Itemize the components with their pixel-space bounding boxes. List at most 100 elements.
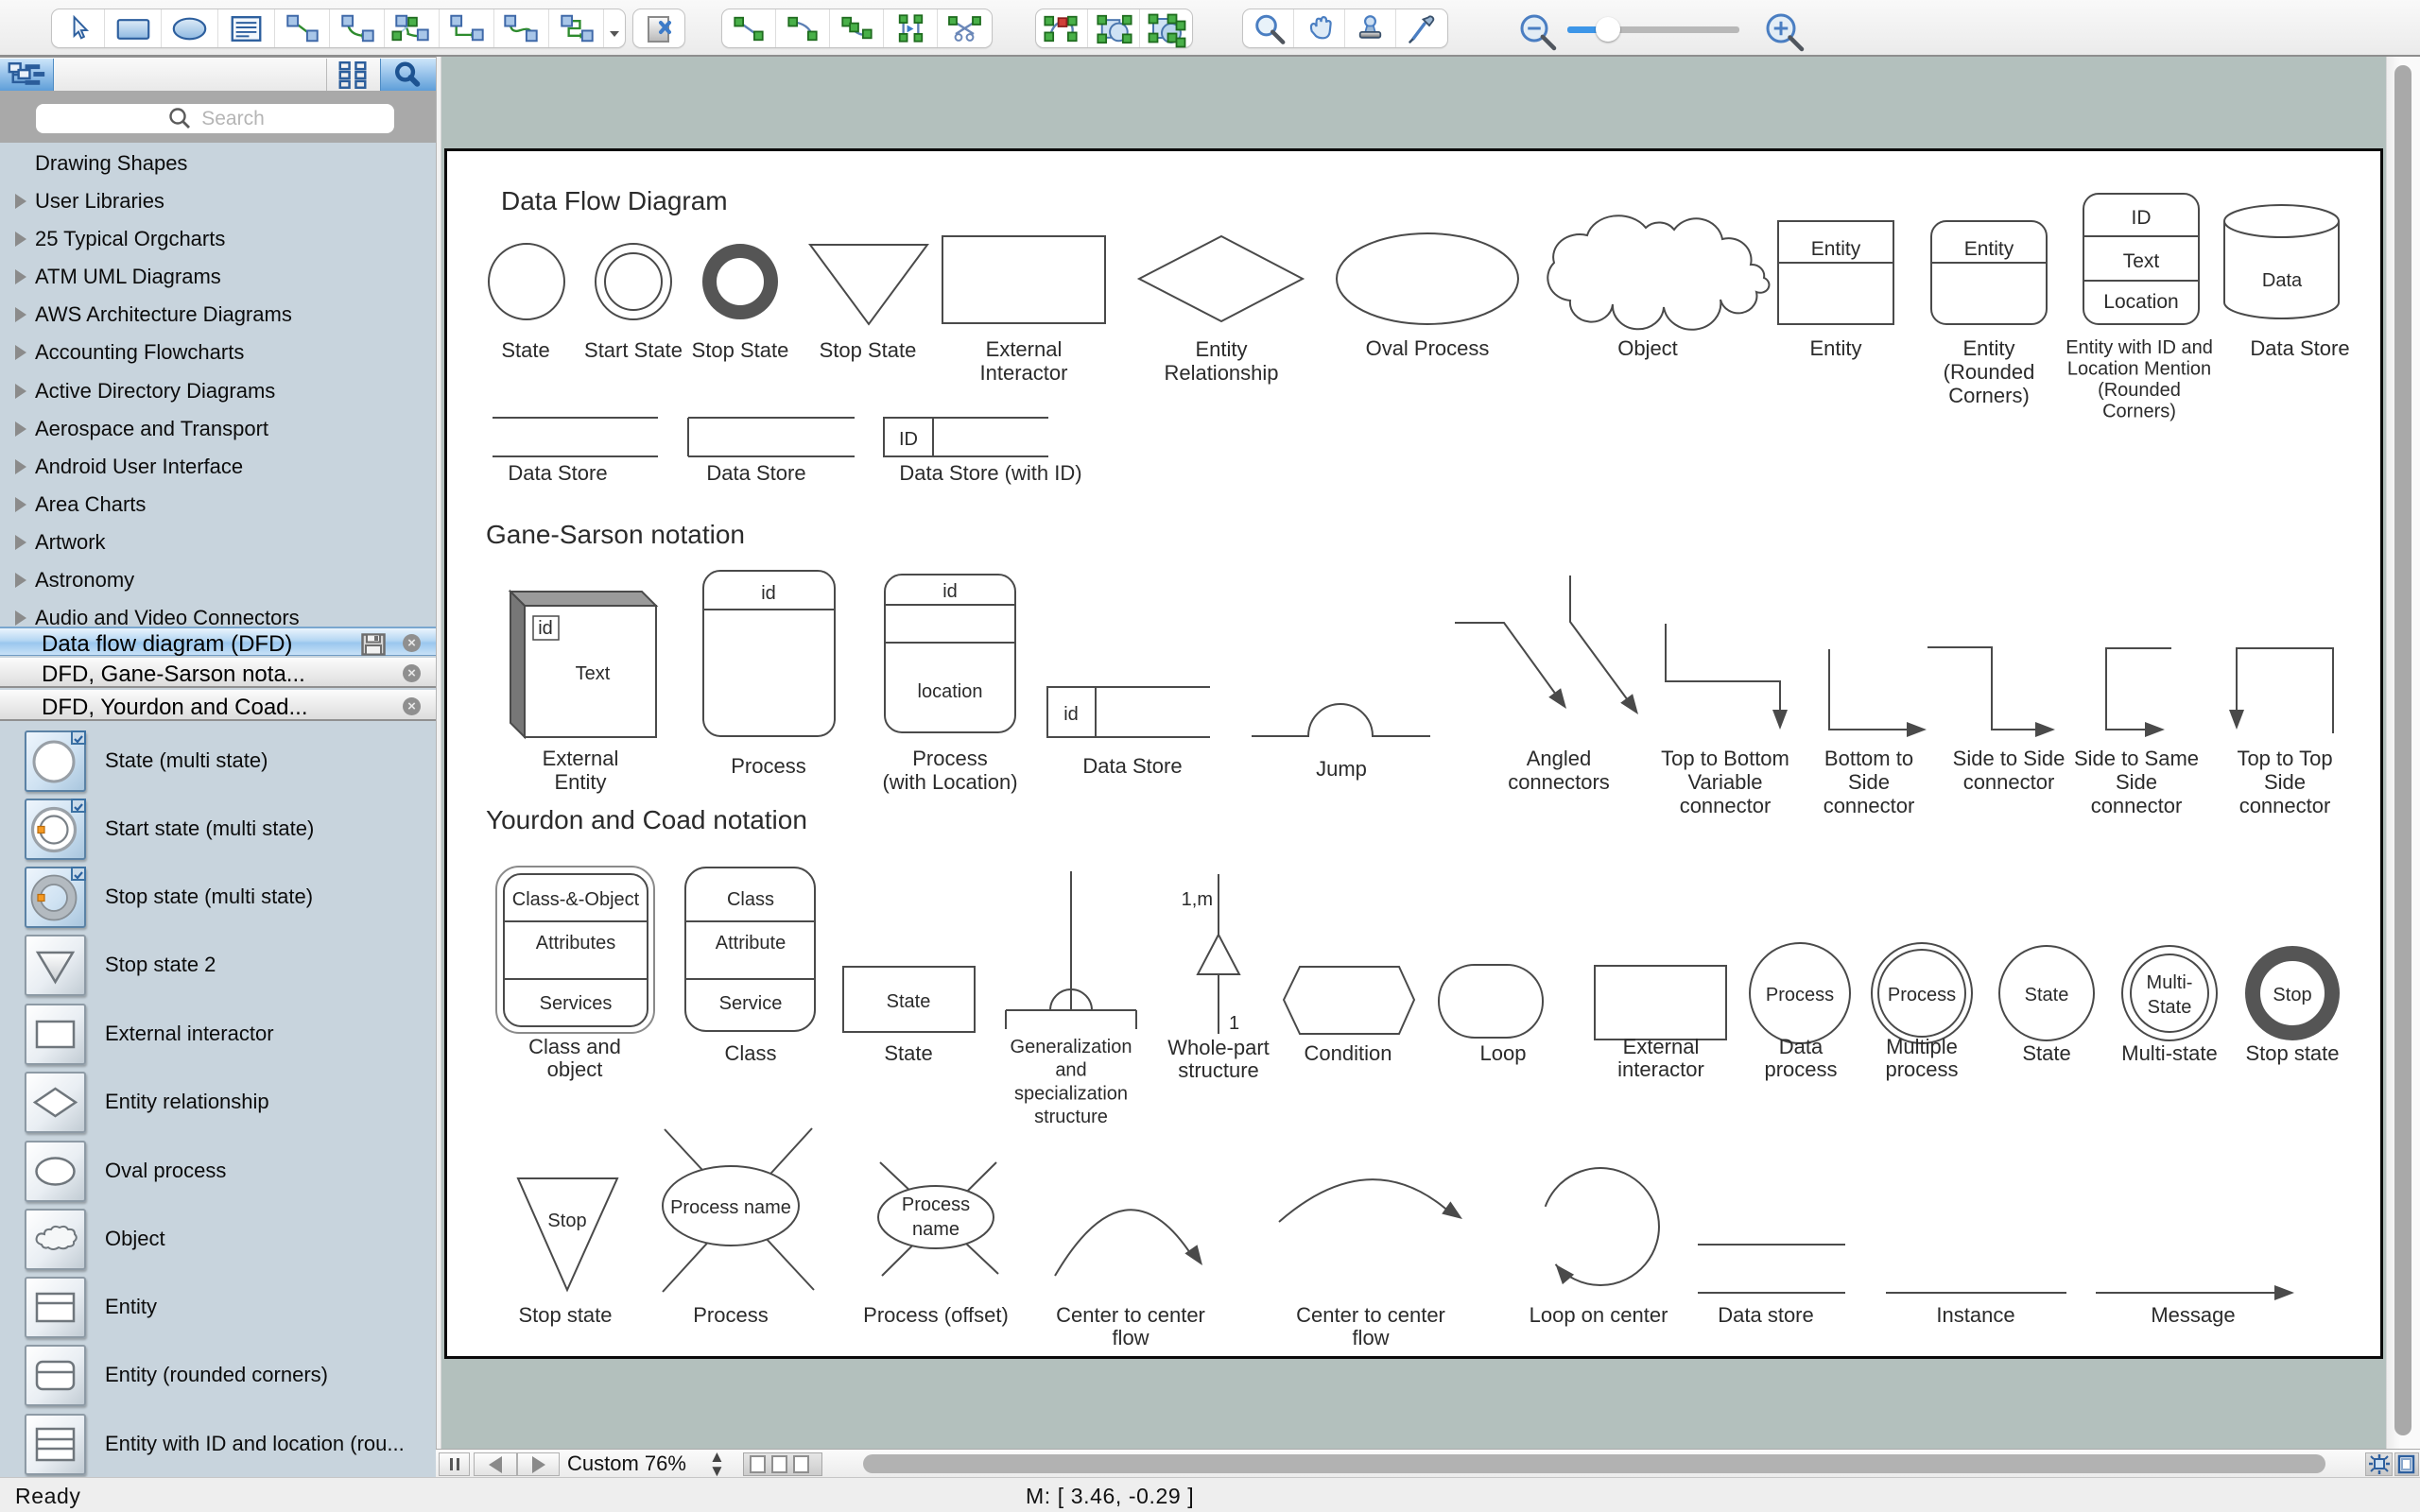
svg-text:Data Store: Data Store <box>2250 336 2349 360</box>
svg-text:connector: connector <box>2091 794 2183 817</box>
svg-text:Process: Process <box>902 1194 970 1215</box>
svg-text:External: External <box>986 337 1063 361</box>
svg-text:Process (offset): Process (offset) <box>863 1303 1009 1327</box>
svg-text:Services: Services <box>540 993 613 1014</box>
svg-text:Yourdon and Coad notation: Yourdon and Coad notation <box>486 805 807 834</box>
svg-text:connectors: connectors <box>1508 770 1610 794</box>
svg-text:specialization: specialization <box>1014 1083 1128 1104</box>
svg-text:State: State <box>884 1041 932 1065</box>
svg-text:flow: flow <box>1112 1326 1149 1349</box>
svg-text:Relationship: Relationship <box>1164 361 1278 385</box>
svg-text:Center to center: Center to center <box>1296 1303 1445 1327</box>
svg-text:Interactor: Interactor <box>980 361 1068 385</box>
svg-text:State: State <box>2022 1041 2070 1065</box>
svg-text:id: id <box>1063 704 1079 725</box>
svg-text:id: id <box>761 583 776 604</box>
svg-text:location: location <box>918 681 983 702</box>
svg-text:Whole-part: Whole-part <box>1167 1036 1270 1059</box>
svg-text:State: State <box>2025 985 2069 1005</box>
svg-text:Corners): Corners) <box>1948 384 2030 407</box>
svg-text:Data Store (with ID): Data Store (with ID) <box>899 461 1081 485</box>
svg-text:structure: structure <box>1178 1058 1259 1082</box>
svg-text:State: State <box>501 338 549 362</box>
svg-text:Data: Data <box>1779 1035 1824 1058</box>
svg-text:1,m: 1,m <box>1182 889 1213 910</box>
svg-text:Data Store: Data Store <box>706 461 805 485</box>
svg-text:(Rounded: (Rounded <box>1944 360 2035 384</box>
svg-text:Oval Process: Oval Process <box>1366 336 1490 360</box>
svg-text:Process: Process <box>1766 985 1834 1005</box>
svg-text:Side: Side <box>2116 770 2157 794</box>
svg-text:Bottom to: Bottom to <box>1824 747 1913 770</box>
svg-text:Service: Service <box>719 993 783 1014</box>
svg-text:interactor: interactor <box>1617 1057 1704 1081</box>
svg-text:Stop state: Stop state <box>518 1303 612 1327</box>
svg-text:Top to Top: Top to Top <box>2237 747 2332 770</box>
svg-text:External: External <box>543 747 619 770</box>
svg-text:connector: connector <box>1963 770 2055 794</box>
svg-text:Object: Object <box>1617 336 1678 360</box>
svg-text:Top to Bottom: Top to Bottom <box>1661 747 1789 770</box>
svg-text:State: State <box>887 991 931 1012</box>
svg-text:Multi-state: Multi-state <box>2121 1041 2217 1065</box>
svg-text:Process: Process <box>912 747 987 770</box>
svg-text:structure: structure <box>1034 1107 1108 1127</box>
svg-text:Process: Process <box>693 1303 768 1327</box>
svg-text:Class: Class <box>727 889 774 910</box>
svg-text:connector: connector <box>1680 794 1772 817</box>
svg-text:Location: Location <box>2103 291 2178 313</box>
svg-text:Side: Side <box>2264 770 2306 794</box>
svg-text:Side: Side <box>1848 770 1890 794</box>
svg-text:Class and: Class and <box>528 1035 621 1058</box>
svg-text:id: id <box>942 581 958 602</box>
svg-text:Stop State: Stop State <box>820 338 917 362</box>
svg-text:Side to Side: Side to Side <box>1953 747 2066 770</box>
svg-text:Stop state: Stop state <box>2245 1041 2339 1065</box>
svg-text:Multi-: Multi- <box>2147 972 2193 993</box>
svg-text:Process: Process <box>1888 985 1956 1005</box>
svg-text:Class: Class <box>724 1041 776 1065</box>
svg-text:Variable: Variable <box>1687 770 1762 794</box>
svg-text:Attribute: Attribute <box>716 933 786 954</box>
svg-text:Text: Text <box>576 663 611 684</box>
svg-text:connector: connector <box>1824 794 1915 817</box>
svg-text:Process: Process <box>731 754 805 778</box>
svg-text:State: State <box>2148 997 2192 1018</box>
svg-text:Start State: Start State <box>584 338 683 362</box>
svg-text:Data store: Data store <box>1718 1303 1814 1327</box>
svg-text:Entity: Entity <box>1809 336 1861 360</box>
svg-text:Attributes: Attributes <box>536 933 615 954</box>
svg-text:Data Flow Diagram: Data Flow Diagram <box>501 186 728 215</box>
svg-text:Condition: Condition <box>1305 1041 1392 1065</box>
svg-text:Loop on center: Loop on center <box>1530 1303 1668 1327</box>
svg-text:name: name <box>912 1219 959 1240</box>
svg-text:Instance: Instance <box>1936 1303 2014 1327</box>
svg-text:Multiple: Multiple <box>1886 1035 1958 1058</box>
svg-text:Side to Same: Side to Same <box>2074 747 2199 770</box>
svg-text:process: process <box>1885 1057 1958 1081</box>
svg-text:Entity: Entity <box>1811 238 1861 260</box>
svg-text:Entity: Entity <box>1964 238 2014 260</box>
svg-text:Stop State: Stop State <box>692 338 789 362</box>
svg-text:Entity: Entity <box>1962 336 2014 360</box>
svg-text:Corners): Corners) <box>2102 402 2176 422</box>
svg-text:Jump: Jump <box>1316 757 1367 781</box>
svg-text:flow: flow <box>1352 1326 1389 1349</box>
svg-text:Data Store: Data Store <box>1082 754 1182 778</box>
svg-text:Angled: Angled <box>1527 747 1592 770</box>
svg-text:Class-&-Object: Class-&-Object <box>512 889 640 910</box>
svg-text:(with Location): (with Location) <box>882 770 1017 794</box>
svg-text:Text: Text <box>2123 250 2160 272</box>
svg-text:Process name: Process name <box>670 1197 791 1218</box>
svg-text:Entity: Entity <box>1195 337 1247 361</box>
svg-text:object: object <box>547 1057 603 1081</box>
svg-text:Message: Message <box>2151 1303 2235 1327</box>
svg-text:Entity: Entity <box>554 770 606 794</box>
svg-text:Location Mention: Location Mention <box>2067 359 2211 380</box>
svg-text:process: process <box>1764 1057 1837 1081</box>
svg-text:Gane-Sarson notation: Gane-Sarson notation <box>486 520 745 549</box>
svg-text:and: and <box>1055 1060 1086 1081</box>
svg-text:ID: ID <box>899 429 918 450</box>
svg-text:Generalization: Generalization <box>1011 1037 1132 1057</box>
svg-text:Stop: Stop <box>2273 985 2311 1005</box>
